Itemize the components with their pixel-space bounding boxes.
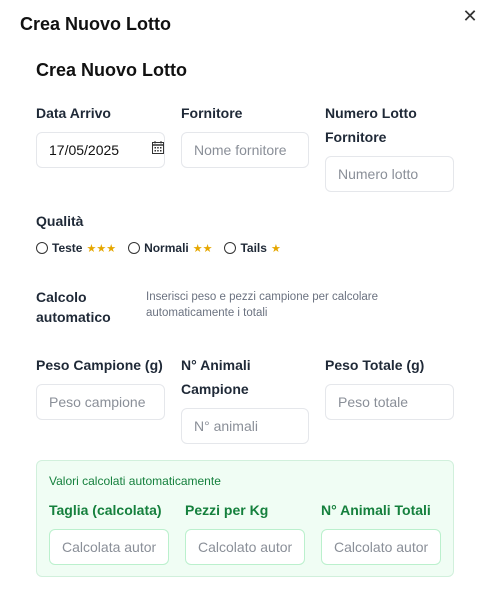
quality-option-label: Tails (240, 241, 267, 255)
animali-campione-input[interactable] (181, 408, 309, 444)
peso-campione-label: Peso Campione (g) (36, 357, 163, 373)
quality-option-teste[interactable]: Teste ★★★ (36, 241, 116, 255)
taglia-label: Taglia (calcolata) (49, 502, 162, 518)
numero-lotto-label-line2: Fornitore (325, 129, 387, 145)
dialog-title: Crea Nuovo Lotto (20, 14, 171, 34)
quality-option-tails[interactable]: Tails ★ (224, 241, 281, 255)
radio-circle[interactable] (128, 242, 141, 254)
animali-totali-label: N° Animali Totali (321, 502, 431, 518)
pezzi-kg-input[interactable] (185, 529, 305, 565)
calcolo-label-line1: Calcolo (36, 289, 87, 305)
peso-totale-input[interactable] (325, 384, 454, 420)
calcolo-help-line1: Inserisci peso e pezzi campione per calc… (146, 291, 379, 303)
numero-lotto-input[interactable] (325, 156, 454, 192)
radio-circle[interactable] (224, 242, 237, 254)
quality-option-label: Normali (144, 241, 189, 255)
star-icon: ★★★ (86, 241, 117, 255)
animali-totali-input[interactable] (321, 529, 441, 565)
calcolo-help-line2: automaticamente i totali (146, 307, 268, 319)
calcolo-label-line2: automatico (36, 309, 111, 325)
numero-lotto-label-line1: Numero Lotto (325, 105, 417, 121)
quality-radio-group: Teste ★★★ Normali ★★ Tails ★ (36, 239, 293, 257)
star-icon: ★ (270, 241, 281, 255)
calcolo-help-text: Inserisci peso e pezzi campione per calc… (146, 289, 406, 321)
form-title: Crea Nuovo Lotto (36, 60, 187, 80)
close-icon[interactable]: ✕ (459, 6, 481, 28)
qualita-label: Qualità (36, 213, 84, 229)
animali-campione-label-line1: N° Animali (181, 357, 251, 373)
pezzi-kg-label: Pezzi per Kg (185, 502, 269, 518)
radio-circle[interactable] (36, 242, 48, 254)
calendar-icon[interactable] (152, 141, 164, 154)
calcolo-automatico-label: Calcolo automatico (36, 287, 126, 327)
create-lot-dialog: Crea Nuovo Lotto ✕ Crea Nuovo Lotto Data… (0, 0, 490, 596)
star-icon: ★★ (192, 241, 213, 255)
taglia-input[interactable] (49, 529, 169, 565)
peso-campione-input[interactable] (36, 384, 165, 420)
fornitore-input[interactable] (181, 132, 309, 168)
calculated-values-title: Valori calcolati automaticamente (49, 474, 221, 488)
data-arrivo-input[interactable] (36, 132, 165, 168)
peso-totale-label: Peso Totale (g) (325, 357, 425, 373)
fornitore-label: Fornitore (181, 105, 243, 121)
quality-option-normali[interactable]: Normali ★★ (128, 241, 212, 255)
quality-option-label: Teste (52, 241, 83, 255)
data-arrivo-label: Data Arrivo (36, 105, 111, 121)
animali-campione-label-line2: Campione (181, 381, 249, 397)
